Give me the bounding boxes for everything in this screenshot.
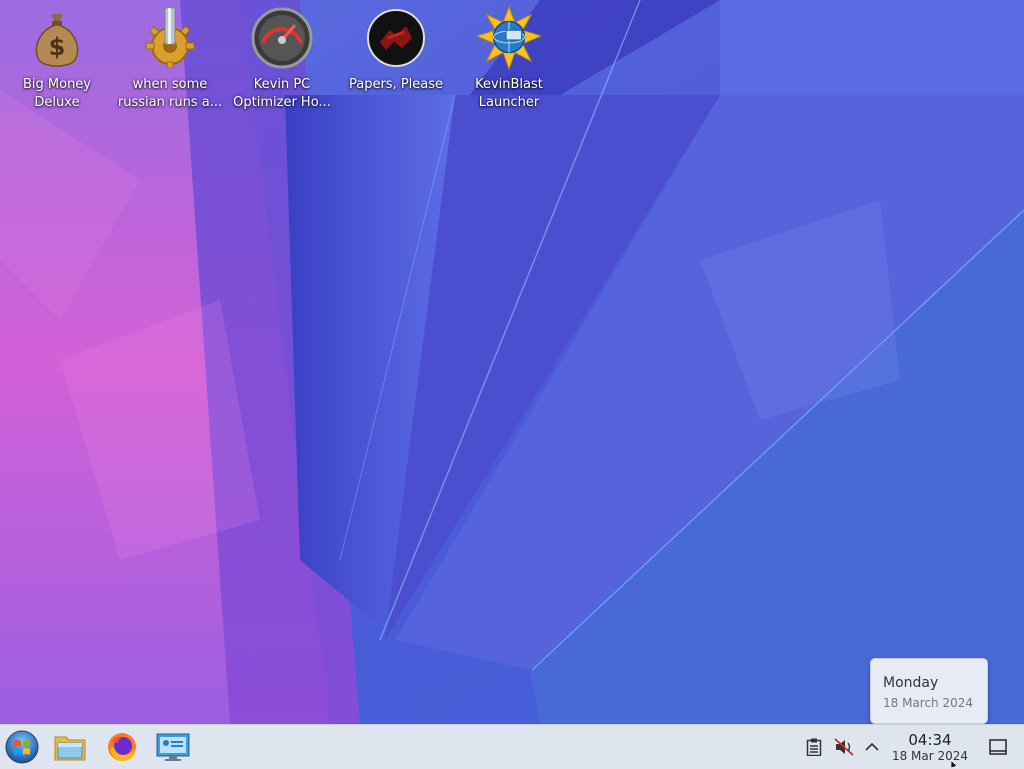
desktop-icon-label: Kevin PC Optimizer Ho... xyxy=(233,77,331,110)
file-manager-button[interactable] xyxy=(52,729,88,765)
tooltip-date: 18 March 2024 xyxy=(883,696,974,710)
taskbar: 04:34 18 Mar 2024 xyxy=(0,724,1024,769)
desktop-icon-label: Papers, Please xyxy=(348,77,444,92)
speedometer-icon xyxy=(250,6,314,70)
svg-text:$: $ xyxy=(49,33,66,61)
chevron-up-icon xyxy=(865,742,879,751)
gear-icon xyxy=(138,6,202,70)
start-menu-icon xyxy=(5,730,39,764)
desktop-icon-big-money-deluxe[interactable]: $ Big Money Deluxe xyxy=(1,6,113,112)
volume-muted-icon xyxy=(834,738,854,756)
show-desktop-button[interactable] xyxy=(988,737,1008,757)
firefox-button[interactable] xyxy=(104,729,140,765)
system-settings-icon xyxy=(156,733,190,761)
desktop-icon-kevin-pc-optimizer[interactable]: Kevin PC Optimizer Ho... xyxy=(226,6,338,112)
tooltip-day: Monday xyxy=(883,675,939,691)
file-manager-icon xyxy=(54,736,86,761)
clock-date: 18 Mar 2024 xyxy=(891,749,969,763)
clipboard-button[interactable] xyxy=(804,737,824,757)
desktop-icon-russian-runs[interactable]: when some russian runs a... xyxy=(114,6,226,112)
mouse-cursor xyxy=(951,760,958,768)
desktop-icon-kevinblast-launcher[interactable]: KevinBlast Launcher xyxy=(453,6,565,112)
digital-clock[interactable]: 04:34 18 Mar 2024 xyxy=(884,731,976,764)
desktop-icon-label: when some russian runs a... xyxy=(117,77,223,110)
volume-button[interactable] xyxy=(834,737,854,757)
desktop-icon-label: Big Money Deluxe xyxy=(22,77,91,110)
money-bag-icon: $ xyxy=(25,6,89,70)
system-settings-button[interactable] xyxy=(155,729,191,765)
firefox-icon xyxy=(108,733,136,761)
start-menu-button[interactable] xyxy=(4,729,40,765)
tray-expander-button[interactable] xyxy=(862,737,882,757)
calendar-tooltip: Monday 18 March 2024 xyxy=(870,658,988,724)
desktop-icon-label: KevinBlast Launcher xyxy=(475,77,543,110)
globe-burst-icon xyxy=(477,6,541,70)
show-desktop-icon xyxy=(989,739,1007,755)
clock-time: 04:34 xyxy=(908,731,952,749)
desktop-icon-papers-please[interactable]: Papers, Please xyxy=(340,6,452,94)
papers-please-icon xyxy=(364,6,428,70)
clipboard-icon xyxy=(806,738,822,756)
